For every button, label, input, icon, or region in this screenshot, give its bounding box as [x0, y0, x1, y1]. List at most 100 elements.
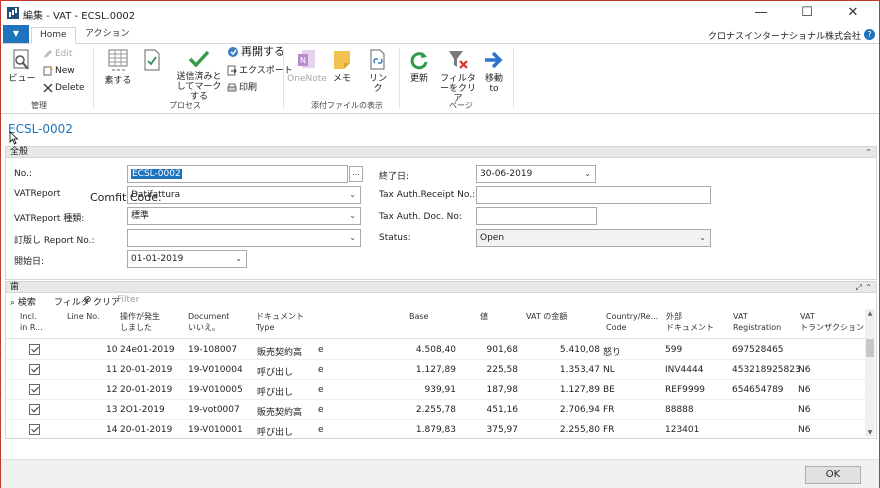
col-ext-doc-header[interactable]: 外部 ドキュメント — [666, 311, 714, 333]
refresh-button[interactable]: 更新 — [405, 48, 433, 84]
line-no-cell: 14 — [106, 425, 118, 435]
process-group-label: プロセス — [169, 101, 201, 110]
include-checkbox[interactable] — [29, 384, 40, 395]
link-button[interactable]: リンク — [365, 48, 391, 94]
start-date-value: 01-01-2019 — [131, 254, 184, 264]
status-field[interactable]: Open ⌄ — [476, 229, 711, 247]
go-to-button[interactable]: 移動 to — [481, 48, 507, 94]
row-suffix-cell: e — [318, 345, 324, 355]
clear-filter-button[interactable]: フィルタ ーをクリア — [437, 48, 479, 104]
tab-actions[interactable]: アクション — [77, 27, 138, 44]
posting-date-cell: 20-01-2019 — [120, 425, 173, 435]
edit-label: Edit — [55, 49, 73, 59]
tax-doc-field[interactable] — [476, 207, 597, 225]
general-fasttab-header[interactable]: 全般 ⌃ — [5, 146, 877, 158]
search-button[interactable]: ⌕ 検索 — [10, 295, 36, 308]
maximize-button[interactable]: ☐ — [787, 4, 827, 22]
suggest-lines-button[interactable]: 素する — [101, 48, 135, 86]
no-field[interactable]: ECSL-0002 — [127, 165, 348, 183]
base-cell: 1.879,83 — [415, 425, 456, 435]
col-incl-header[interactable]: Incl. in R... — [20, 311, 43, 333]
col-posting-date-header[interactable]: 操作が発生 しました — [120, 311, 160, 333]
scroll-up-icon[interactable]: ▲ — [865, 310, 875, 317]
end-date-label: 終了日: — [379, 172, 410, 182]
minimize-button[interactable]: — — [741, 4, 781, 22]
col-country-header[interactable]: Country/Re... Code — [606, 311, 658, 333]
col-vat-reg-header[interactable]: VAT Registration — [733, 311, 781, 333]
table-row[interactable]: 11 20-01-2019 19-V010004 呼び出し e 1.127,89… — [6, 360, 866, 380]
collapse-chevron-icon[interactable]: ⌃ — [865, 147, 872, 158]
mark-as-sent-button[interactable]: 送信済みと してマークする — [173, 48, 225, 102]
print-button[interactable]: 印刷 — [227, 82, 257, 94]
col-document-no-header[interactable]: Document いいえ。 — [188, 311, 229, 333]
note-button[interactable]: メモ — [329, 48, 355, 84]
table-row[interactable]: 13 2O1-2019 19-vot0007 販売契約高 e 2.255,78 … — [6, 400, 866, 420]
edit-button[interactable]: Edit — [43, 48, 72, 60]
scrollbar-thumb[interactable] — [866, 339, 874, 357]
col-doc-type-line2: Type — [256, 323, 275, 332]
posting-date-cell: 20-01-2019 — [120, 365, 173, 375]
vat-report-type-field[interactable]: 標準 ⌄ — [127, 207, 361, 225]
table-row[interactable]: 10 24e01-2019 19-108007 販売契約高 e 4.508,40… — [6, 340, 866, 360]
chevron-down-icon: ⌄ — [349, 190, 356, 199]
col-base-header[interactable]: Base — [409, 311, 428, 322]
end-date-field[interactable]: 30-06-2019 ⌄ — [476, 165, 596, 183]
help-icon[interactable]: ? — [864, 29, 875, 40]
search-label: 検索 — [17, 298, 36, 308]
col-doc-type-header[interactable]: ドキュメント Type — [256, 311, 304, 333]
delete-label: Delete — [55, 83, 85, 93]
include-checkbox[interactable] — [29, 344, 40, 355]
start-date-field[interactable]: 01-01-2019 ⌄ — [127, 250, 247, 268]
filter-input[interactable]: Filter — [117, 295, 139, 305]
delete-button[interactable]: Delete — [43, 82, 85, 94]
include-checkbox[interactable] — [29, 364, 40, 375]
col-vat-amount-header[interactable]: VAT の金額 — [526, 311, 567, 322]
collapse-chevron-icon[interactable]: ⌃ — [865, 282, 872, 293]
table-row[interactable]: 12 20-01-2019 19-V010005 呼び出し e 939,91 1… — [6, 380, 866, 400]
vat-report-type-value: 標準 — [131, 211, 150, 221]
base-cell: 4.508,40 — [415, 345, 456, 355]
row-suffix-cell: e — [318, 365, 324, 375]
document-check-button[interactable] — [141, 48, 163, 76]
col-vat-trans-header[interactable]: VAT トランザクション — [800, 311, 864, 333]
window: 編集 - VAT - ECSL.0002 — ☐ ✕ ▼ Home アクション … — [0, 0, 880, 488]
no-label: No.: — [14, 169, 32, 179]
lines-fasttab-header[interactable]: 歯 ⤢ ⌃ — [5, 281, 877, 293]
ok-button[interactable]: OK — [805, 466, 861, 484]
dialog-footer: OK — [1, 459, 879, 488]
mouse-cursor-icon — [9, 131, 19, 145]
expand-icon[interactable]: ⤢ — [856, 282, 862, 293]
col-posting-date-line2: しました — [120, 323, 152, 332]
posting-date-cell: 20-01-2019 — [120, 385, 173, 395]
delete-x-icon — [43, 82, 53, 93]
onenote-button[interactable]: N OneNote — [287, 48, 327, 84]
col-line-no-header[interactable]: Line No. — [67, 311, 100, 322]
close-button[interactable]: ✕ — [833, 4, 873, 22]
table-row[interactable]: 14 20-01-2019 19-V010001 呼び出し e 1.879,83… — [6, 420, 866, 437]
new-button[interactable]: New — [43, 65, 75, 77]
reopen-button[interactable]: 再開する — [227, 46, 285, 58]
col-amount-header[interactable]: 値 — [480, 311, 488, 322]
tab-home[interactable]: Home — [31, 27, 76, 44]
clear-filter-button[interactable]: クリア — [93, 295, 120, 308]
tax-doc-label: Tax Auth. Doc. No: — [379, 212, 462, 222]
scroll-down-icon[interactable]: ▼ — [865, 429, 875, 436]
note-label: メモ — [332, 74, 351, 84]
vat-report-config-field[interactable]: Datifattura ⌄ — [127, 186, 361, 204]
document-no-cell: 19-V010004 — [188, 365, 243, 375]
vertical-scrollbar[interactable]: ▲ ▼ — [865, 309, 875, 437]
original-report-field[interactable]: ⌄ — [127, 229, 361, 247]
ext-doc-cell: INV4444 — [665, 365, 704, 375]
document-check-icon — [144, 49, 160, 71]
assist-edit-button[interactable]: ... — [349, 166, 363, 182]
view-button[interactable]: ビュー — [7, 48, 37, 84]
include-checkbox[interactable] — [29, 424, 40, 435]
line-no-cell: 13 — [106, 405, 118, 415]
base-cell: 939,91 — [424, 385, 457, 395]
include-checkbox[interactable] — [29, 404, 40, 415]
filter-clear-small-icon[interactable]: ⊘ — [84, 295, 92, 305]
filter-clear-icon — [449, 51, 468, 69]
app-menu-button[interactable]: ▼ — [3, 25, 29, 43]
onenote-icon: N — [298, 50, 315, 68]
tax-receipt-field[interactable] — [476, 186, 711, 204]
